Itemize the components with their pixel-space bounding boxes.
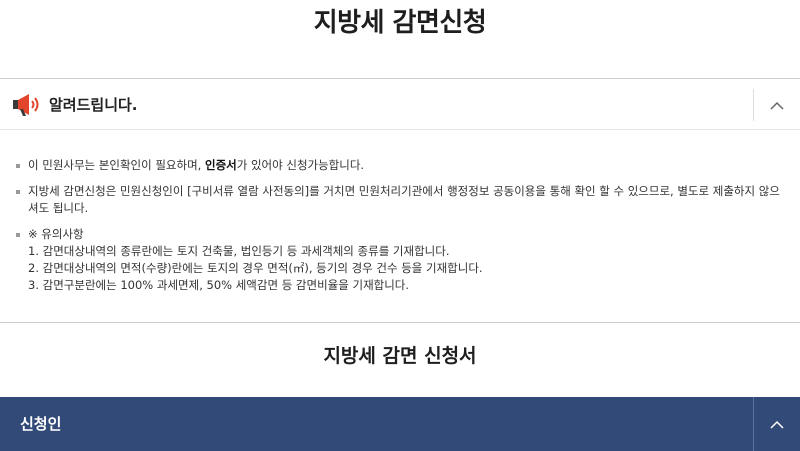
applicant-collapse-button[interactable] xyxy=(753,397,800,451)
chevron-up-icon xyxy=(770,101,784,110)
notice-title: 알려드립니다. xyxy=(49,96,138,114)
notice-item: 이 민원사무는 본인확인이 필요하며, 인증서가 있어야 신청가능합니다. xyxy=(0,157,800,174)
megaphone-icon xyxy=(12,92,42,118)
caution-line: 2. 감면대상내역의 면적(수량)란에는 토지의 경우 면적(㎡), 등기의 경… xyxy=(28,261,483,275)
caution-line: 3. 감면구분란에는 100% 과세면제, 50% 세액감면 등 감면비율을 기… xyxy=(28,278,410,292)
caution-line: 1. 감면대상내역의 종류란에는 토지 건축물, 법인등기 등 과세객체의 종류… xyxy=(28,244,450,258)
chevron-up-icon xyxy=(770,420,784,429)
form-title: 지방세 감면 신청서 xyxy=(323,345,477,367)
page-title: 지방세 감면신청 xyxy=(313,8,487,38)
notice-item-text: 지방세 감면신청은 민원신청인이 [구비서류 열람 사전동의]를 거치면 민원처… xyxy=(28,184,780,215)
caution-heading: ※ 유의사항 xyxy=(28,227,84,241)
notice-collapse-button[interactable] xyxy=(753,89,800,121)
applicant-title: 신청인 xyxy=(20,415,62,433)
caution-section: ※ 유의사항 1. 감면대상내역의 종류란에는 토지 건축물, 법인등기 등 과… xyxy=(0,226,800,294)
applicant-section-header: 신청인 xyxy=(0,397,800,451)
notice-header: 알려드립니다. xyxy=(0,78,800,130)
notice-item: 지방세 감면신청은 민원신청인이 [구비서류 열람 사전동의]를 거치면 민원처… xyxy=(0,183,800,217)
notice-item-text: 가 있어야 신청가능합니다. xyxy=(236,158,365,172)
notice-item-text: 이 민원사무는 본인확인이 필요하며, xyxy=(28,158,205,172)
certificate-emphasis: 인증서 xyxy=(204,158,237,172)
notice-body: 이 민원사무는 본인확인이 필요하며, 인증서가 있어야 신청가능합니다. 지방… xyxy=(0,130,800,323)
